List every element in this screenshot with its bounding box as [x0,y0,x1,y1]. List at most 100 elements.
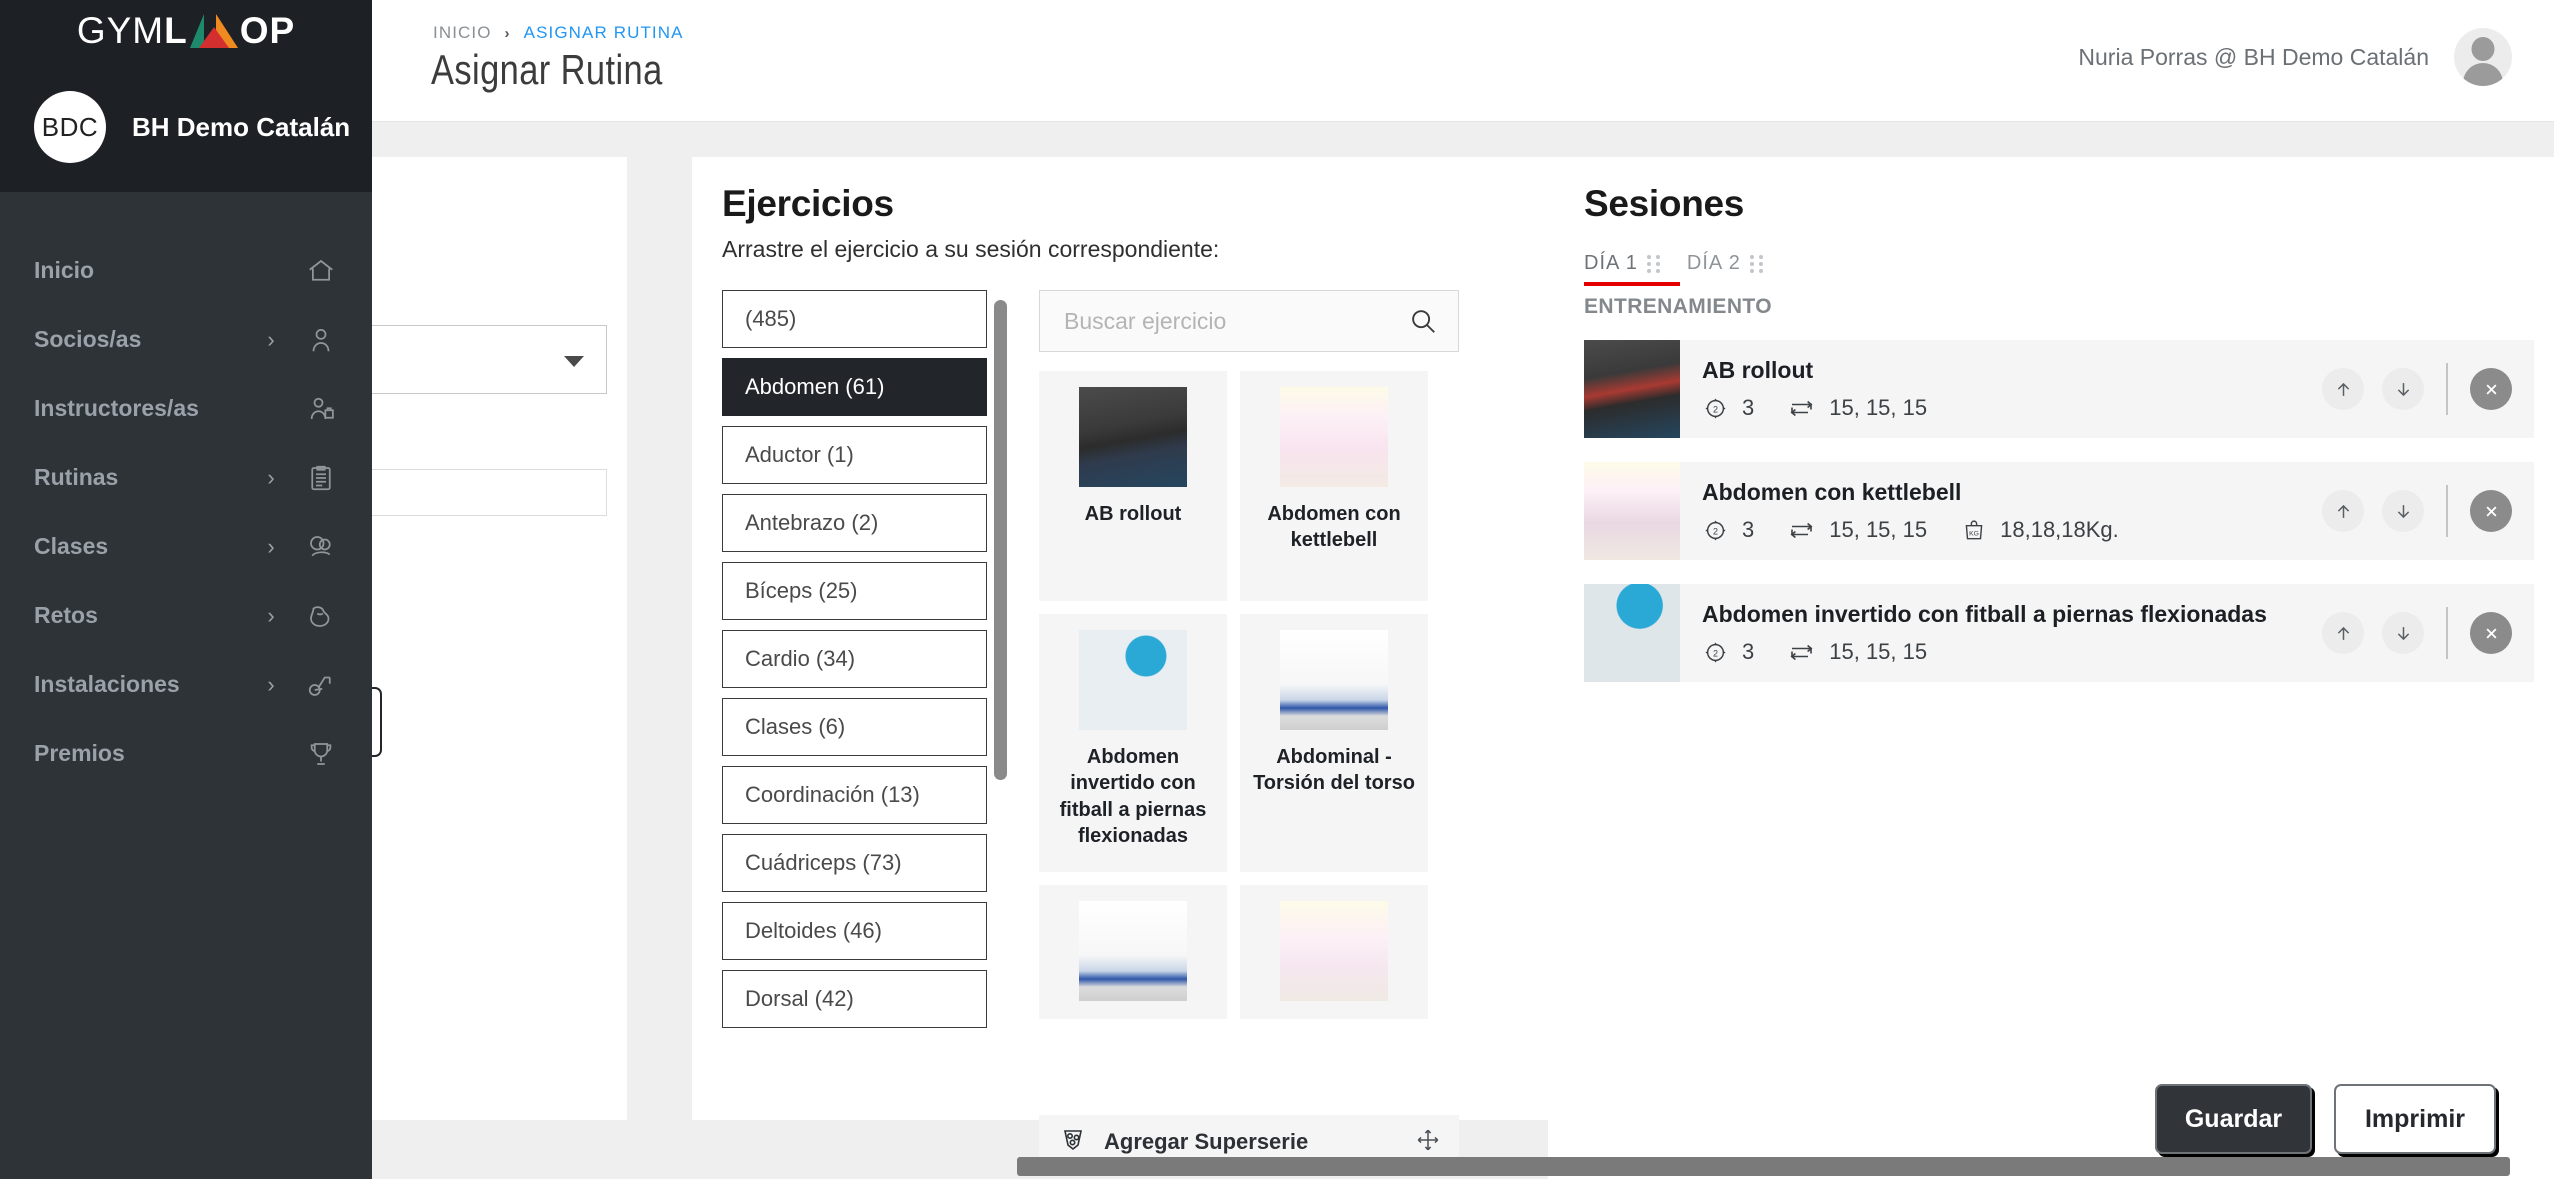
sidebar-item-label: Instructores/as [34,395,199,421]
group-item[interactable]: (485) [722,290,987,348]
exercise-card-name: Abdomen invertido con fitball a piernas … [1059,746,1207,848]
exercise-thumbnail [1280,387,1388,487]
exercise-thumbnail [1079,630,1187,730]
group-item[interactable]: Coordinación (13) [722,766,987,824]
sidebar-item-rutinas[interactable]: Rutinas › [0,443,372,512]
remove-exercise-button[interactable] [2470,368,2512,410]
group-item[interactable]: Antebrazo (2) [722,494,987,552]
tab-dia-1[interactable]: DÍA 1 [1584,252,1680,286]
exercises-panel: Ejercicios Arrastre el ejercicio a su se… [692,157,1552,1169]
home-icon [304,254,338,288]
sidebar-item-socios[interactable]: Socios/as › [0,305,372,374]
exercise-card[interactable]: Abdominal - Torsión del [1039,885,1227,1019]
sidebar-item-clases[interactable]: Clases › [0,512,372,581]
search-input[interactable] [1064,307,1408,335]
group-item[interactable]: Aductor (1) [722,426,987,484]
page-title: Asignar Rutina [431,46,663,93]
sidebar-nav: Inicio Socios/as › Instructores/as Rutin… [0,192,372,788]
exercise-card[interactable]: AB rollout [1039,371,1227,601]
superserie-icon [1059,1127,1087,1158]
horizontal-scrollbar[interactable] [1017,1157,2510,1176]
muscle-group-list: (485) Abdomen (61) Aductor (1) Antebrazo… [722,290,1017,1120]
org-switcher[interactable]: BDC BH Demo Catalán [0,62,372,192]
reps-icon [1788,640,1816,664]
sidebar-item-retos[interactable]: Retos › [0,581,372,650]
exercise-card-name: AB rollout [1084,503,1182,525]
group-list-scrollbar[interactable] [994,300,1007,780]
sidebar-item-premios[interactable]: Premios [0,719,372,788]
table-row[interactable]: AB rollout 2 3 15, 15, 15 [1584,340,2534,438]
logo-l: L [164,10,188,51]
remove-exercise-button[interactable] [2470,490,2512,532]
group-item-active[interactable]: Abdomen (61) [722,358,987,416]
chevron-right-icon: › [267,671,275,697]
main-content: DE DÍAS Ejercicios Arrastre el ejercicio… [262,122,2554,1179]
user-menu[interactable]: Nuria Porras @ BH Demo Catalán [2078,28,2512,86]
group-item[interactable]: Bíceps (25) [722,562,987,620]
reps-value: 15, 15, 15 [1829,395,1928,420]
move-handle-icon[interactable] [1415,1127,1441,1158]
group-item[interactable]: Dorsal (42) [722,970,987,1028]
search-exercise-box[interactable] [1039,290,1459,352]
exercises-body: (485) Abdomen (61) Aductor (1) Antebrazo… [722,290,1552,1169]
logo-mark-icon [189,14,238,48]
exercise-cards-scroll: AB rollout Abdomen con kettlebell Abdome… [1039,371,1459,1019]
exercise-card-name: Abdomen con kettlebell [1267,503,1401,552]
print-button[interactable]: Imprimir [2334,1084,2496,1154]
sessions-panel: Sesiones DÍA 1 DÍA 2 ENTRENAMIENTO AB ro… [1548,157,2554,1179]
save-button[interactable]: Guardar [2155,1084,2312,1154]
instructor-icon [304,392,338,426]
exercise-cards-column: AB rollout Abdomen con kettlebell Abdome… [1039,290,1552,1169]
move-up-button[interactable] [2322,368,2364,410]
weight-value: 18,18,18Kg. [2000,517,2119,542]
sessions-title: Sesiones [1584,183,1745,224]
group-item[interactable]: Clases (6) [722,698,987,756]
exercise-card[interactable]: Abdomen invertido con fitball a piernas … [1039,614,1227,872]
exercise-card-name: Abdominal bicicleta [1248,1015,1420,1019]
drag-handle-icon[interactable] [1646,254,1661,273]
group-item[interactable]: Cuádriceps (73) [722,834,987,892]
drag-handle-icon[interactable] [1749,254,1764,273]
sidebar-item-inicio[interactable]: Inicio [0,236,372,305]
row-meta: 2 3 15, 15, 15 [1702,395,2322,422]
divider [2446,363,2448,415]
exercise-card[interactable]: Abdomen con kettlebell [1240,371,1428,601]
remove-exercise-button[interactable] [2470,612,2512,654]
breadcrumb-current[interactable]: ASIGNAR RUTINA [524,23,684,43]
move-down-button[interactable] [2382,490,2424,532]
exercise-thumbnail [1079,387,1187,487]
exercise-card[interactable]: Abdominal - Torsión del torso [1240,614,1428,872]
svg-text:2: 2 [1713,526,1718,536]
add-superserie-label: Agregar Superserie [1104,1129,1309,1154]
row-main: AB rollout 2 3 15, 15, 15 [1702,357,2322,422]
row-controls [2322,485,2534,537]
session-section-label: ENTRENAMIENTO [1584,295,1772,318]
chevron-right-icon: › [504,24,511,42]
table-row[interactable]: Abdomen invertido con fitball a piernas … [1584,584,2534,682]
weight-icon: KG [1961,517,1987,543]
move-up-button[interactable] [2322,490,2364,532]
group-item[interactable]: Cardio (34) [722,630,987,688]
group-item[interactable]: Deltoides (46) [722,902,987,960]
row-title: Abdomen con kettlebell [1702,478,1962,505]
search-icon[interactable] [1408,306,1438,336]
logo-gym: GYM [76,10,165,51]
table-row[interactable]: Abdomen con kettlebell 2 3 15, 15, 15 KG [1584,462,2534,560]
bike-icon [304,668,338,702]
move-down-button[interactable] [2382,612,2424,654]
move-up-button[interactable] [2322,612,2364,654]
sets-value: 3 [1742,639,1755,664]
tab-dia-2[interactable]: DÍA 2 [1687,252,1764,286]
exercise-card[interactable]: Abdominal bicicleta [1240,885,1428,1019]
classes-icon [304,530,338,564]
chevron-right-icon: › [267,326,275,352]
app-logo[interactable]: GYM L OP [0,0,372,62]
move-down-button[interactable] [2382,368,2424,410]
sidebar-item-instructores[interactable]: Instructores/as [0,374,372,443]
breadcrumb-home[interactable]: INICIO [433,23,492,43]
chevron-right-icon: › [267,533,275,559]
avatar[interactable] [2454,28,2512,86]
sidebar-item-instalaciones[interactable]: Instalaciones › [0,650,372,719]
reps-value: 15, 15, 15 [1829,639,1928,664]
tab-label: DÍA 2 [1686,252,1741,274]
